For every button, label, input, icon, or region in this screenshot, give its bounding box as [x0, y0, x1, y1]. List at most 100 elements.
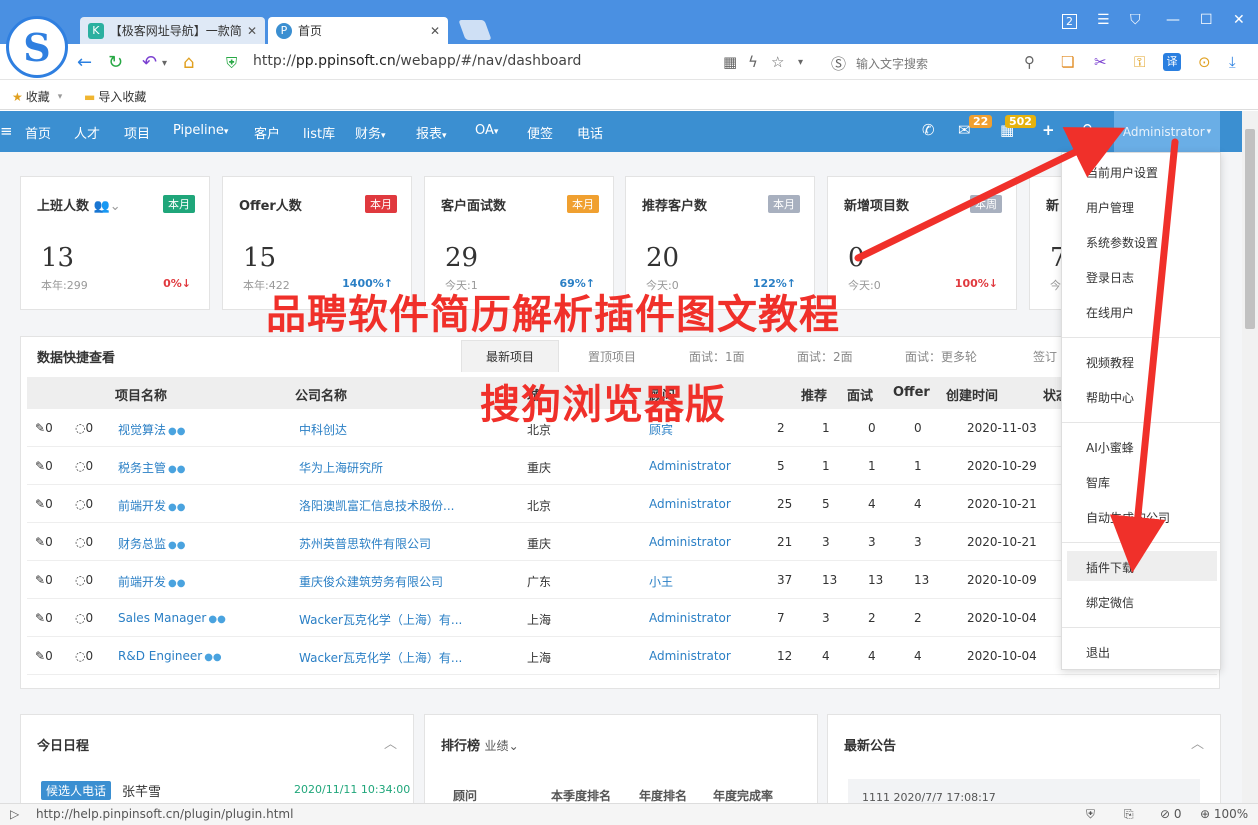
menu-icon[interactable]: ☰ [1097, 12, 1110, 28]
window-count-icon[interactable]: 2 [1062, 14, 1077, 29]
menu-item-bind-wechat[interactable]: 绑定微信 [1086, 594, 1134, 611]
menu-item-system-params[interactable]: 系统参数设置 [1086, 234, 1158, 251]
consultant-link[interactable]: Administrator [649, 649, 731, 663]
scrollbar-thumb[interactable] [1245, 129, 1255, 329]
chevron-down-icon[interactable]: ▾ [162, 58, 167, 69]
nav-item-reports[interactable]: 报表▾ [416, 123, 447, 142]
menu-item-help-center[interactable]: 帮助中心 [1086, 389, 1134, 406]
tab-pinned-projects[interactable]: 置顶项目 [564, 340, 660, 372]
more-icon[interactable]: ⊙ [1198, 53, 1211, 71]
attachment-count[interactable]: ✎0 [35, 611, 53, 625]
favorites-button[interactable]: ★ 收藏 ▾ [12, 88, 62, 105]
consultant-link[interactable]: Administrator [649, 535, 731, 549]
company-name-link[interactable]: 重庆俊众建筑劳务有限公司 [299, 573, 443, 590]
url-field[interactable]: http://pp.ppinsoft.cn/webapp/#/nav/dashb… [253, 53, 581, 69]
people-icon[interactable]: 👥⌄ [94, 199, 121, 214]
key-icon[interactable]: ⚿ [1134, 53, 1145, 71]
nav-item-oa[interactable]: OA▾ [475, 123, 498, 138]
close-window-icon[interactable]: ✕ [1233, 12, 1245, 28]
lightning-icon[interactable]: ϟ [748, 53, 758, 71]
page-scrollbar[interactable] [1242, 111, 1258, 803]
menu-item-think-tank[interactable]: 智库 [1086, 474, 1110, 491]
ad-block-icon[interactable]: ⊘ 0 [1160, 807, 1182, 821]
refresh-icon[interactable]: ↻ [108, 52, 123, 73]
consultant-link[interactable]: Administrator [649, 459, 731, 473]
company-name-link[interactable]: Wacker瓦克化学（上海）有... [299, 649, 462, 666]
shield-icon[interactable]: ⛨ [1086, 807, 1095, 822]
collapse-icon[interactable]: ︿ [1191, 733, 1204, 752]
tab-close-icon[interactable]: ✕ [247, 24, 257, 38]
attachment-count[interactable]: ✎0 [35, 535, 53, 549]
skin-icon[interactable]: ⛉ [1130, 12, 1141, 28]
company-name-link[interactable]: Wacker瓦克化学（上海）有... [299, 611, 462, 628]
browser-tab-jike[interactable]: K 【极客网址导航】一款简 ✕ [80, 17, 265, 44]
attachment-count[interactable]: ✎0 [35, 421, 53, 435]
table-row[interactable]: ✎0 ◌0 前端开发 ●● 重庆俊众建筑劳务有限公司 广东 小王 37 13 13 13 2020-1… [27, 561, 1217, 599]
schedule-name[interactable]: 张芊雪 [122, 781, 161, 800]
consultant-link[interactable]: Administrator [649, 611, 731, 625]
company-name-link[interactable]: 华为上海研究所 [299, 459, 383, 476]
nav-item-talent[interactable]: 人才 [74, 123, 100, 142]
project-name-link[interactable]: 财务总监 ●● [118, 535, 185, 552]
period-tag[interactable]: 本月 [567, 195, 599, 213]
extension-icon[interactable]: ❏ [1061, 53, 1074, 71]
tab-close-icon[interactable]: ✕ [430, 24, 440, 38]
menu-item-auto-companies[interactable]: 自动生成的公司 [1086, 509, 1170, 526]
screenshot-icon[interactable]: ✂ [1094, 53, 1107, 71]
comment-count[interactable]: ◌0 [75, 459, 93, 473]
project-name-link[interactable]: Sales Manager ●● [118, 611, 226, 625]
table-row[interactable]: ✎0 ◌0 R&D Engineer ●● Wacker瓦克化学（上海）有... 上海 Ad… [27, 637, 1217, 675]
tab-interview-more[interactable]: 面试：更多轮 [881, 340, 1001, 372]
company-name-link[interactable]: 中科创达 [299, 421, 347, 438]
attachment-count[interactable]: ✎0 [35, 497, 53, 511]
tab-latest-projects[interactable]: 最新项目 [461, 340, 560, 372]
user-menu-button[interactable]: Administrator ▾ [1114, 111, 1220, 152]
period-tag[interactable]: 本月 [365, 195, 397, 213]
menu-item-user-settings[interactable]: 当前用户设置 [1086, 164, 1158, 181]
company-name-link[interactable]: 洛阳澳凯富汇信息技术股份... [299, 497, 454, 514]
attachment-count[interactable]: ✎0 [35, 649, 53, 663]
extension-icon[interactable]: ⎘ [1124, 807, 1134, 822]
project-name-link[interactable]: R&D Engineer ●● [118, 649, 222, 663]
maximize-icon[interactable]: ☐ [1200, 12, 1213, 28]
collapse-icon[interactable]: ︿ [384, 733, 397, 752]
nav-item-phone[interactable]: 电话 [577, 123, 603, 142]
period-tag[interactable]: 本月 [163, 195, 195, 213]
table-row[interactable]: ✎0 ◌0 财务总监 ●● 苏州英普思软件有限公司 重庆 Administrator 21 3 3… [27, 523, 1217, 561]
menu-item-logout[interactable]: 退出 [1086, 644, 1110, 661]
translate-icon[interactable]: 译 [1163, 53, 1181, 71]
star-icon[interactable]: ☆ [771, 53, 784, 71]
import-favorites-button[interactable]: ▬ 导入收藏 [84, 88, 146, 105]
comment-count[interactable]: ◌0 [75, 573, 93, 587]
nav-item-clients[interactable]: 客户 [254, 123, 280, 142]
comment-count[interactable]: ◌0 [75, 611, 93, 625]
project-name-link[interactable]: 前端开发 ●● [118, 497, 185, 514]
menu-item-user-management[interactable]: 用户管理 [1086, 199, 1134, 216]
nav-item-home[interactable]: 首页 [25, 123, 51, 142]
tab-interview-2[interactable]: 面试：2面 [773, 340, 877, 372]
comment-count[interactable]: ◌0 [75, 649, 93, 663]
period-tag[interactable]: 本月 [768, 195, 800, 213]
consultant-link[interactable]: Administrator [649, 497, 731, 511]
nav-item-list[interactable]: list库 [303, 123, 335, 142]
phone-icon[interactable]: ✆ [922, 121, 935, 139]
menu-item-video-tutorial[interactable]: 视频教程 [1086, 354, 1134, 371]
nav-item-notes[interactable]: 便签 [527, 123, 553, 142]
comment-count[interactable]: ◌0 [75, 421, 93, 435]
table-row[interactable]: ✎0 ◌0 前端开发 ●● 洛阳澳凯富汇信息技术股份... 北京 Administrator… [27, 485, 1217, 523]
search-icon[interactable]: ⚲ [1024, 53, 1035, 71]
notice-item[interactable]: 1111 2020/7/7 17:08:17 [848, 779, 1200, 803]
minimize-icon[interactable]: — [1166, 12, 1180, 28]
tab-interview-1[interactable]: 面试：1面 [665, 340, 769, 372]
attachment-count[interactable]: ✎0 [35, 459, 53, 473]
menu-item-ai-bee[interactable]: AI小蜜蜂 [1086, 439, 1134, 456]
nav-item-projects[interactable]: 项目 [124, 123, 150, 142]
menu-item-plugin-download[interactable]: 插件下载 [1086, 559, 1134, 576]
qr-code-icon[interactable]: ▦ [723, 53, 737, 71]
back-icon[interactable]: ← [77, 52, 92, 73]
comment-count[interactable]: ◌0 [75, 497, 93, 511]
menu-icon[interactable]: ≡ [0, 122, 13, 140]
menu-item-login-log[interactable]: 登录日志 [1086, 269, 1134, 286]
project-name-link[interactable]: 税务主管 ●● [118, 459, 185, 476]
project-name-link[interactable]: 前端开发 ●● [118, 573, 185, 590]
